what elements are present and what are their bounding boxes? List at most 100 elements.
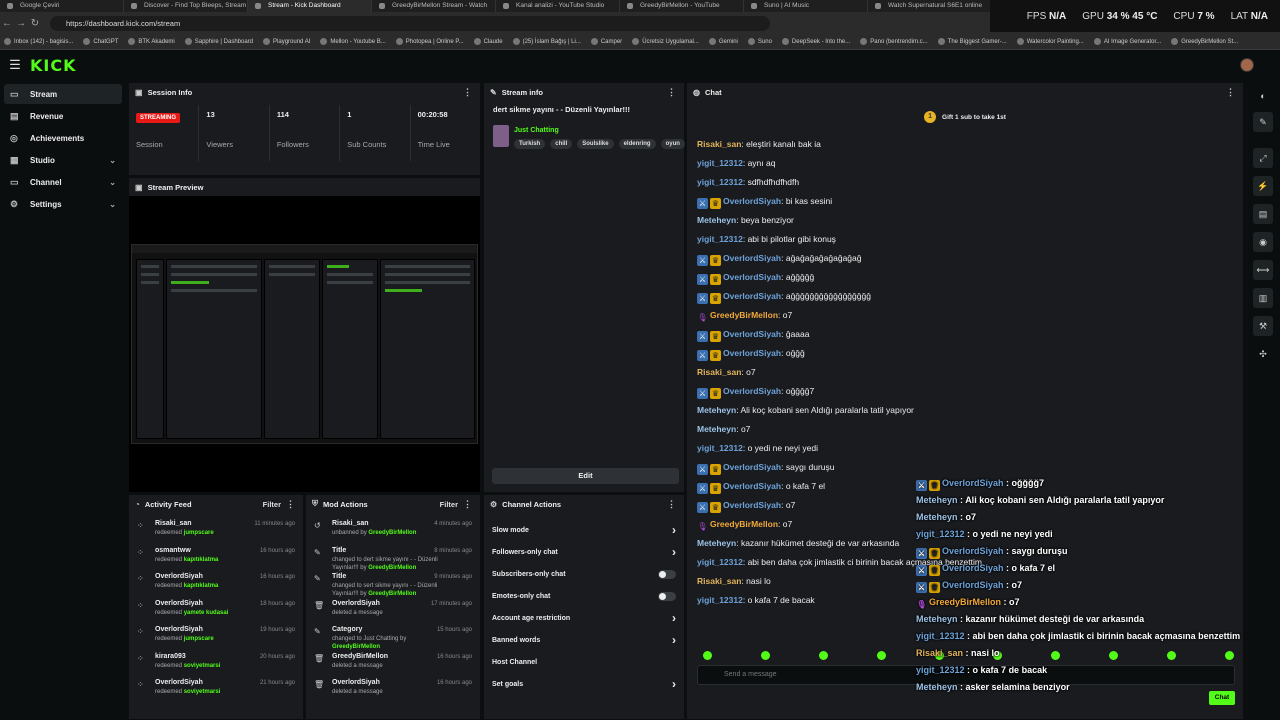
activity-username[interactable]: OverlordSiyah [155,597,228,607]
chat-username[interactable]: yigit_12312 [697,595,743,605]
stream-tag[interactable]: eldenring [618,139,656,149]
bookmark-item[interactable]: Inbox (142) - bagisis... [4,34,73,49]
chat-username[interactable]: yigit_12312 [697,234,743,244]
edit-button[interactable]: Edit [492,468,679,484]
hamburger-menu-icon[interactable]: ☰ [0,57,30,73]
bookmark-item[interactable]: Photopea | Online P... [395,34,464,49]
bookmark-item[interactable]: (25) İslam Bağış | Li... [512,34,581,49]
chat-username[interactable]: OverlordSiyah [723,481,781,491]
gift-sub-banner[interactable]: 1 Gift 1 sub to take 1st [687,105,1243,129]
lightning-icon[interactable]: ⚡ [1253,176,1273,196]
puzzle-icon[interactable]: ✣ [1253,344,1273,364]
browser-tab[interactable]: Discover - Find Top Bleeps, Stream [124,0,248,12]
bookmark-item[interactable]: DeepSeek - Into the... [781,34,850,49]
activity-username[interactable]: osmantww [155,544,218,554]
chat-username[interactable]: OverlordSiyah [723,291,781,301]
stream-tag[interactable]: chill [550,139,573,149]
chat-username[interactable]: GreedyBirMellon [710,519,778,529]
bookmark-item[interactable]: AI Image Generator... [1093,34,1161,49]
pencil-icon[interactable]: ✎ [1253,112,1273,132]
browser-tab[interactable]: Suno | AI Music [744,0,868,12]
filter-button[interactable]: Filter [263,500,281,509]
channel-action-subscribers-only-chat[interactable]: Subscribers-only chat [484,563,684,585]
channel-action-slow-mode[interactable]: Slow mode › [484,519,684,541]
chat-username[interactable]: Meteheyn [697,538,736,548]
more-options-icon[interactable]: ⋮ [463,499,472,510]
bookmark-item[interactable]: Pano (bentrendim.c... [860,34,928,49]
chat-username[interactable]: yigit_12312 [697,158,743,168]
browser-tab[interactable]: Stream - Kick Dashboard [248,0,372,12]
mod-action-target[interactable]: Risaki_san [332,517,442,527]
category-name[interactable]: Just Chatting [514,127,559,134]
sidebar-item-settings[interactable]: ⚙ Settings ⌄ [4,194,122,214]
stream-tag[interactable]: oyun [660,139,685,149]
bookmark-item[interactable]: The Biggest Gamer-... [937,34,1007,49]
link-icon[interactable]: ⟷ [1253,260,1273,280]
chat-username[interactable]: OverlordSiyah [723,348,781,358]
stream-tag[interactable]: Turkish [514,139,546,149]
forward-icon[interactable]: → [14,18,28,29]
activity-username[interactable]: OverlordSiyah [155,570,218,580]
sidebar-item-achievements[interactable]: ◎ Achievements [4,128,122,148]
bookmark-item[interactable]: Watercolor Painting... [1016,34,1084,49]
sidebar-item-studio[interactable]: ▦ Studio ⌄ [4,150,122,170]
channel-action-account-age-restriction[interactable]: Account age restriction › [484,607,684,629]
channel-action-banned-words[interactable]: Banned words › [484,629,684,651]
chat-username[interactable]: OverlordSiyah [723,196,781,206]
message-icon[interactable]: ◉ [1253,232,1273,252]
sidebar-item-revenue[interactable]: ▤ Revenue [4,106,122,126]
kick-logo[interactable]: KICK [30,56,77,75]
stream-tag[interactable]: Soulslike [577,139,614,149]
url-input[interactable]: https://dashboard.kick.com/stream [50,15,770,31]
sidebar-item-channel[interactable]: ▭ Channel ⌄ [4,172,122,192]
emote-icon[interactable] [703,651,712,660]
back-icon[interactable]: ← [0,18,14,29]
bookmark-item[interactable]: GreedyBirMellon St... [1171,34,1238,49]
more-options-icon[interactable]: ⋮ [667,499,676,510]
mod-action-target[interactable]: Title [332,570,442,580]
chat-username[interactable]: OverlordSiyah [723,386,781,396]
channel-action-emotes-only-chat[interactable]: Emotes-only chat [484,585,684,607]
bookmark-item[interactable]: Camper [590,34,622,49]
channel-action-followers-only-chat[interactable]: Followers-only chat › [484,541,684,563]
activity-username[interactable]: OverlordSiyah [155,676,220,686]
expand-icon[interactable]: ⤢ [1253,148,1273,168]
more-options-icon[interactable]: ⋮ [463,87,472,98]
contrast-icon[interactable]: ◐ [1253,86,1273,106]
chat-username[interactable]: Meteheyn [697,424,736,434]
more-options-icon[interactable]: ⋮ [1226,87,1235,98]
chat-username[interactable]: Risaki_san [697,367,741,377]
emote-icon[interactable] [761,651,770,660]
user-avatar[interactable] [1240,58,1254,72]
chat-username[interactable]: GreedyBirMellon [710,310,778,320]
toggle-switch[interactable] [658,591,676,601]
activity-username[interactable]: OverlordSiyah [155,623,214,633]
channel-action-set-goals[interactable]: Set goals › [484,673,684,695]
chat-username[interactable]: Risaki_san [697,139,741,149]
bookmark-item[interactable]: Suno [747,34,772,49]
chat-username[interactable]: OverlordSiyah [723,329,781,339]
bookmark-item[interactable]: BTK Akademi [128,34,175,49]
chat-username[interactable]: OverlordSiyah [723,462,781,472]
chat-username[interactable]: Meteheyn [697,405,736,415]
browser-tab[interactable]: GreedyBirMellon Stream - Watch [372,0,496,12]
chat-username[interactable]: OverlordSiyah [723,272,781,282]
wrench-icon[interactable]: ⚒ [1253,316,1273,336]
emote-icon[interactable] [819,651,828,660]
bookmark-item[interactable]: Claude [473,34,503,49]
storage-icon[interactable]: ▥ [1253,288,1273,308]
toggle-switch[interactable] [658,569,676,579]
bookmark-item[interactable]: Ücretsiz Uygulamal... [632,34,699,49]
emote-icon[interactable] [877,651,886,660]
bookmark-item[interactable]: Gemini [708,34,738,49]
chat-username[interactable]: OverlordSiyah [723,253,781,263]
activity-username[interactable]: kirara093 [155,650,220,660]
mod-action-target[interactable]: GreedyBirMellon [332,650,442,660]
filter-button[interactable]: Filter [440,500,458,509]
clipboard-icon[interactable]: ▤ [1253,204,1273,224]
bookmark-item[interactable]: Playground AI [263,34,310,49]
bookmark-item[interactable]: Sapphire | Dashboard [184,34,253,49]
mod-action-target[interactable]: OverlordSiyah [332,676,442,686]
video-player[interactable] [129,196,480,492]
mod-action-target[interactable]: Title [332,544,442,554]
